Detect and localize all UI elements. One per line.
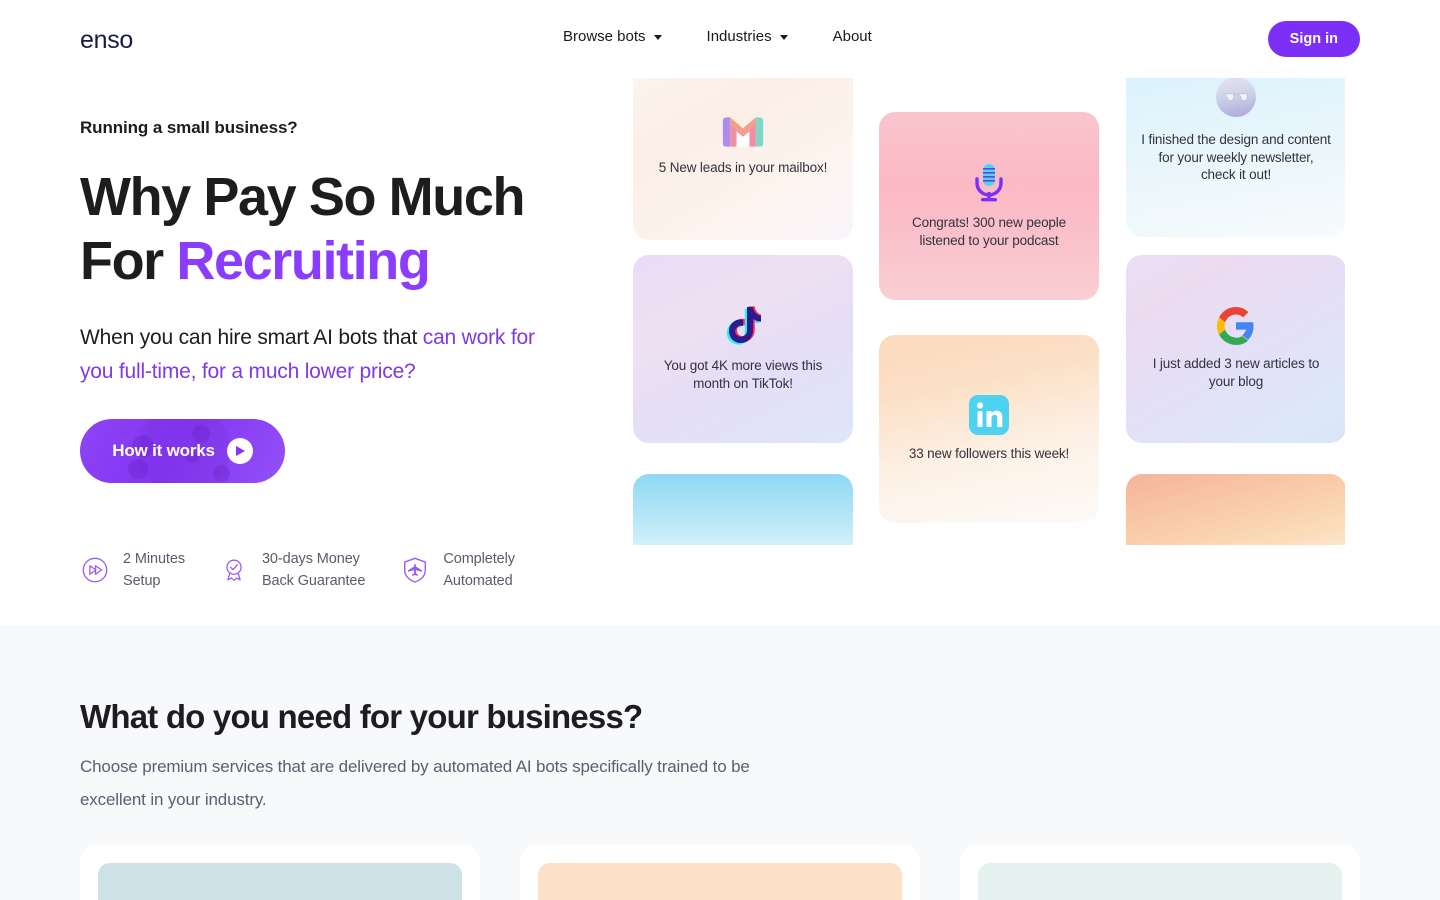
fast-forward-icon (82, 557, 108, 583)
nav-item-industries[interactable]: Industries (707, 28, 788, 45)
nav-label-industries: Industries (706, 28, 772, 45)
service-card-panel (98, 863, 462, 900)
landing-page: enso Browse bots Industries About Sign i… (0, 0, 1440, 900)
tiktok-card[interactable]: You got 4K more views this month on TikT… (633, 255, 853, 443)
shield-plane-icon (404, 557, 427, 583)
nav-label-browse-bots: Browse bots (563, 28, 646, 45)
card-text: 33 new followers this week! (908, 446, 1070, 462)
card-text: You got 4K more views this month on TikT… (663, 358, 823, 391)
services-title: What do you need for your business? (80, 698, 643, 735)
service-card-1[interactable] (80, 845, 480, 900)
nav-label-about: About (832, 28, 872, 45)
notification-cards-grid: 5 New leads in your mailbox! You got 4K … (633, 52, 1345, 545)
cta-decor-blob (213, 465, 230, 483)
google-icon (1217, 307, 1254, 346)
blue-partial-card[interactable] (633, 474, 853, 545)
card-text: I just added 3 new articles to your blog (1152, 356, 1320, 389)
award-badge-icon (226, 559, 242, 581)
hero-headline: Why Pay So Much For Recruiting (80, 166, 600, 293)
microphone-icon (975, 164, 1003, 202)
badge-money-back-guarantee: 30-days Money Back Guarantee (219, 548, 365, 592)
service-card-3[interactable] (960, 845, 1360, 900)
cta-label: How it works (112, 441, 215, 461)
subhead-static: When you can hire smart AI bots that (80, 326, 423, 350)
services-section: What do you need for your business? Choo… (0, 625, 1440, 900)
service-cards-row (80, 845, 1360, 900)
badge-label: 2 Minutes Setup (123, 551, 185, 590)
badge-completely-automated: Completely Automated (400, 548, 515, 592)
gmail-card[interactable]: 5 New leads in your mailbox! (633, 52, 853, 240)
podcast-card[interactable]: Congrats! 300 new people listened to you… (879, 112, 1099, 300)
sign-in-button[interactable]: Sign in (1267, 21, 1360, 57)
nav-item-browse-bots[interactable]: Browse bots (563, 28, 662, 45)
service-card-2[interactable] (520, 845, 920, 900)
hero-trust-badges: 2 Minutes Setup 30-days Money Back Guara… (80, 548, 515, 592)
play-icon (226, 438, 253, 465)
linkedin-card[interactable]: 33 new followers this week! (879, 335, 1099, 523)
service-card-panel (978, 863, 1342, 900)
brand-logo[interactable]: enso (80, 26, 133, 55)
cta-decor-blob (128, 459, 148, 480)
google-card[interactable]: I just added 3 new articles to your blog (1126, 255, 1345, 443)
badge-2-minutes-setup: 2 Minutes Setup (80, 548, 185, 592)
linkedin-icon (969, 395, 1009, 436)
headline-accent-word: Recruiting (176, 230, 430, 291)
card-text: I finished the design and content for yo… (1141, 131, 1331, 183)
hero-subheading: When you can hire smart AI bots that can… (80, 321, 560, 389)
sunglasses-icon (1224, 93, 1248, 101)
badge-label: Completely Automated (443, 551, 515, 590)
badge-label: 30-days Money Back Guarantee (261, 551, 366, 590)
how-it-works-button[interactable]: How it works (80, 419, 285, 484)
main-navigation: Browse bots Industries About (563, 28, 872, 45)
gmail-icon (722, 117, 764, 147)
services-subtitle: Choose premium services that are deliver… (80, 757, 750, 809)
tiktok-icon (726, 306, 761, 345)
nav-item-about[interactable]: About (833, 28, 872, 45)
avatar-sunglasses-icon (1216, 76, 1256, 117)
chevron-down-icon (779, 35, 788, 40)
card-text: Congrats! 300 new people listened to you… (911, 215, 1066, 248)
hero-content: Running a small business? Why Pay So Muc… (80, 118, 600, 484)
card-text: 5 New leads in your mailbox! (658, 160, 828, 176)
newsletter-card[interactable]: I finished the design and content for yo… (1126, 52, 1345, 237)
service-card-panel (538, 863, 902, 900)
peach-partial-card[interactable] (1126, 474, 1345, 545)
site-header: enso Browse bots Industries About Sign i… (0, 0, 1440, 78)
chevron-down-icon (653, 35, 662, 40)
hero-eyebrow: Running a small business? (80, 118, 298, 137)
